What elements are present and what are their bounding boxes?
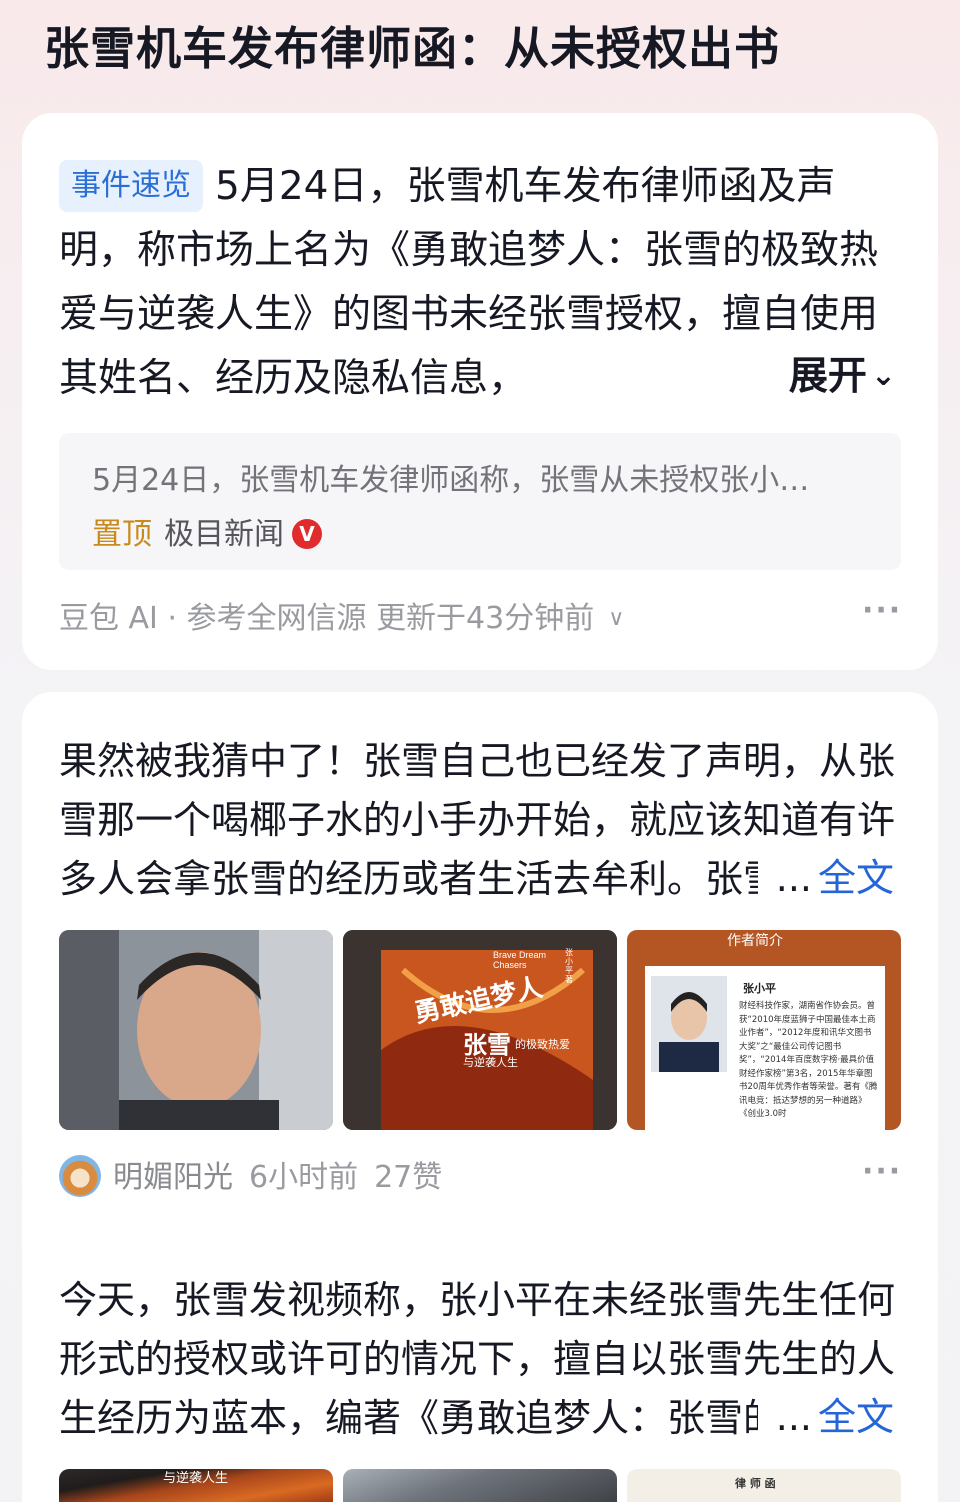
- page-title: 张雪机车发布律师函：从未授权出书: [44, 22, 781, 75]
- source-name[interactable]: 极目新闻: [164, 517, 284, 552]
- book-subtitle: 的极致热爱: [515, 1038, 570, 1051]
- feed-card: 果然被我猜中了！张雪自己也已经发了声明，从张雪那一个喝椰子水的小手办开始，就应该…: [22, 692, 938, 1502]
- full-text-link[interactable]: ... 全文: [757, 849, 894, 908]
- author-avatar[interactable]: [59, 1155, 101, 1197]
- portrait-illustration: [59, 930, 333, 1130]
- post-image-row: Brave Dream Chasers 勇敢追梦人 张雪 的极致热爱 与逆袭人生…: [59, 930, 901, 1130]
- more-options-icon[interactable]: ···: [862, 1154, 902, 1189]
- expand-label: 展开: [788, 354, 867, 399]
- post-author-line: 明媚阳光 6小时前 27赞: [59, 1152, 442, 1197]
- like-count: 27赞: [374, 1160, 443, 1195]
- quote-meta: 置顶 极目新闻 V: [92, 509, 322, 553]
- quote-text: 5月24日，张雪机车发律师函称，张雪从未授权张小…: [92, 463, 810, 498]
- image-caption: 律 师 函: [735, 1477, 776, 1490]
- event-summary-card[interactable]: 事件速览 5月24日，张雪机车发布律师函及声明，称市场上名为《勇敢追梦人：张雪的极…: [22, 113, 938, 670]
- expand-button[interactable]: 展开 ⌄: [758, 345, 896, 401]
- image-caption: 与逆袭人生: [163, 1471, 229, 1486]
- full-text-label: 全文: [817, 856, 894, 900]
- more-options-icon[interactable]: ···: [862, 593, 902, 628]
- summary-footer: 豆包 AI · 参考全网信源 更新于43分钟前 ∨: [59, 593, 624, 637]
- post-image-author-intro[interactable]: 作者简介 张小平 财经科技作家，湖南省作协会员。曾获“2010年度蓝狮子中国最佳…: [627, 930, 901, 1130]
- updated-time[interactable]: 更新于43分钟前: [376, 601, 594, 636]
- chevron-down-icon: ⌄: [870, 358, 896, 393]
- author-photo-illustration: [659, 992, 719, 1072]
- intro-header: 作者简介: [727, 933, 783, 949]
- author-photo: [651, 976, 727, 1072]
- intro-page: 张小平 财经科技作家，湖南省作协会员。曾获“2010年度蓝狮子中国最佳本土商业作…: [645, 966, 885, 1130]
- post-image-portrait-crop[interactable]: [343, 1469, 617, 1502]
- post-image-row: 与逆袭人生 律 师 函: [59, 1469, 901, 1502]
- post-image-book-crop[interactable]: 与逆袭人生: [59, 1469, 333, 1502]
- ai-source-label: 豆包 AI · 参考全网信源: [59, 601, 367, 636]
- full-text-label: 全文: [817, 1395, 894, 1439]
- ellipsis: ...: [775, 856, 812, 900]
- post-image-lawyer-letter[interactable]: 律 师 函: [627, 1469, 901, 1502]
- intro-author-name: 张小平: [743, 982, 776, 995]
- post-image-portrait[interactable]: [59, 930, 333, 1130]
- quoted-source-box[interactable]: 5月24日，张雪机车发律师函称，张雪从未授权张小… 置顶 极目新闻 V: [59, 433, 901, 570]
- chevron-down-icon[interactable]: ∨: [608, 606, 624, 631]
- book-subtitle2: 与逆袭人生: [463, 1056, 518, 1069]
- full-text-link[interactable]: ... 全文: [757, 1388, 894, 1447]
- post-image-book-cover[interactable]: Brave Dream Chasers 勇敢追梦人 张雪 的极致热爱 与逆袭人生…: [343, 930, 617, 1130]
- event-tag: 事件速览: [59, 160, 203, 212]
- book-en-title: Brave Dream Chasers: [493, 950, 547, 970]
- ellipsis: ...: [775, 1395, 812, 1439]
- verified-badge-icon: V: [292, 519, 322, 549]
- post-time: 6小时前: [249, 1160, 359, 1195]
- pin-badge: 置顶: [92, 517, 152, 552]
- intro-bio: 财经科技作家，湖南省作协会员。曾获“2010年度蓝狮子中国最佳本土商业作者”，“…: [739, 1001, 878, 1119]
- book-author-vertical: 张小平 著: [565, 948, 573, 984]
- author-name[interactable]: 明媚阳光: [113, 1160, 233, 1195]
